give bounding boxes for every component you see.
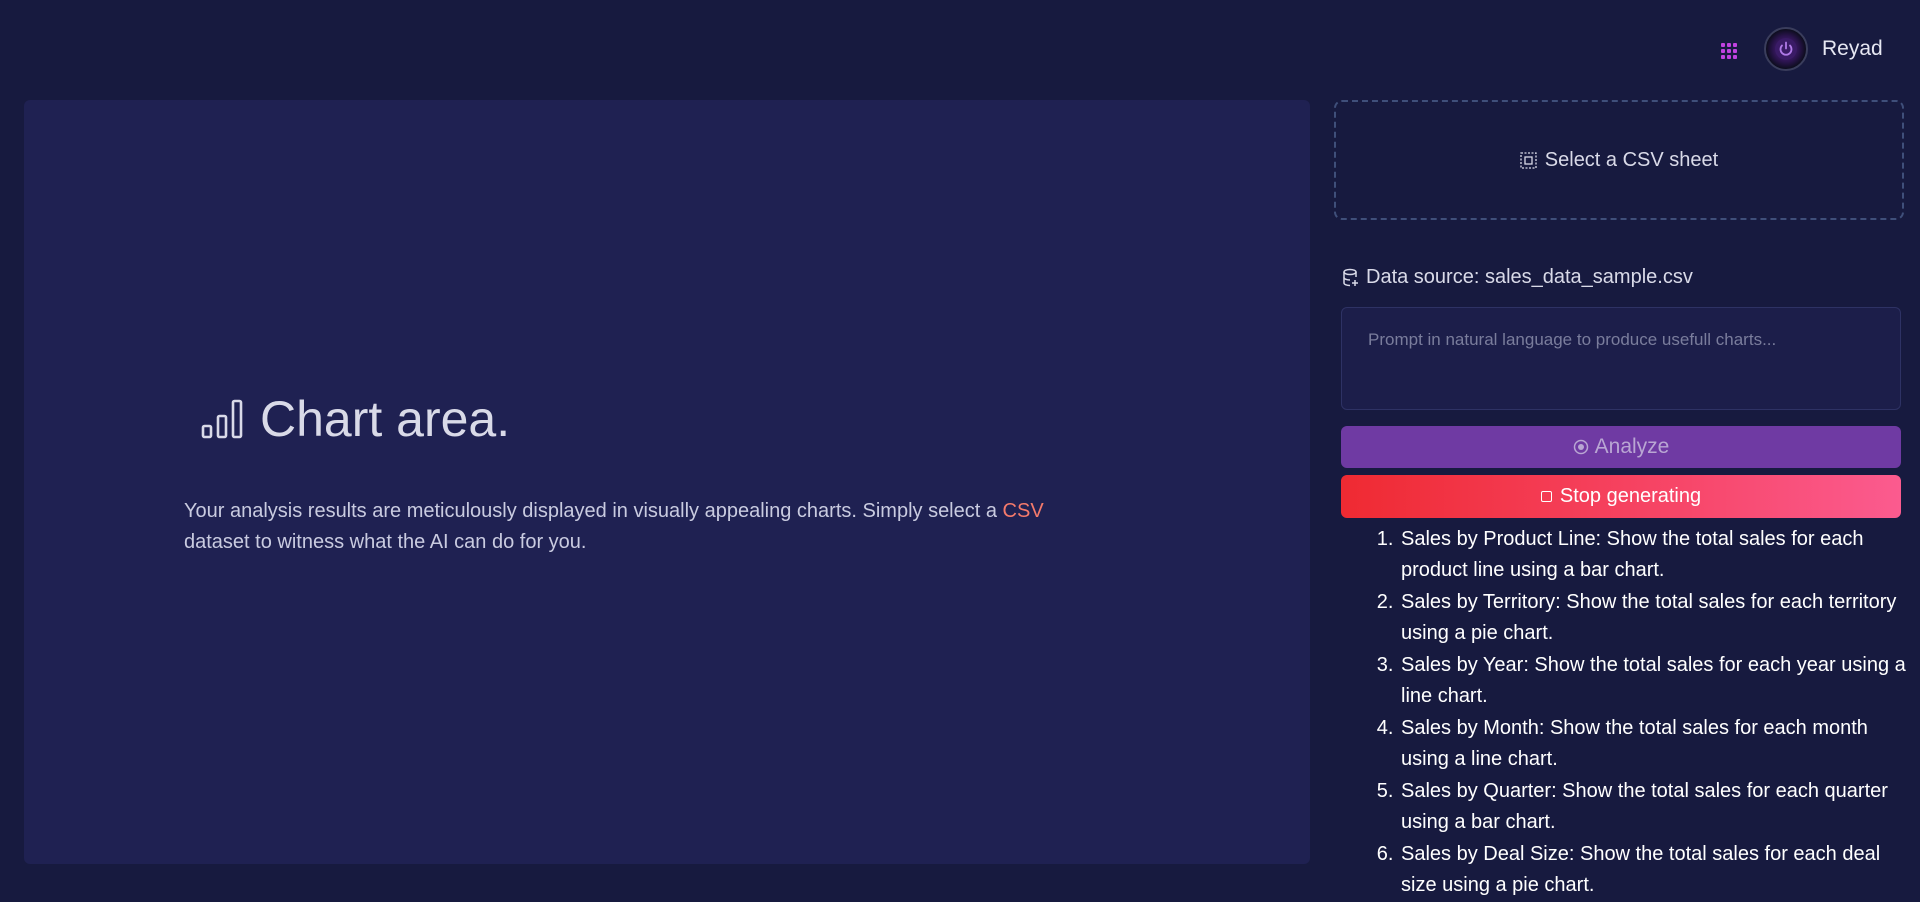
csv-link[interactable]: CSV <box>1003 500 1044 522</box>
username[interactable]: Reyad <box>1822 37 1883 61</box>
stop-generating-button[interactable]: Stop generating <box>1341 475 1901 518</box>
list-item: Sales by Quarter: Show the total sales f… <box>1399 776 1906 838</box>
database-icon <box>1342 268 1360 288</box>
stop-label: Stop generating <box>1559 485 1702 507</box>
signal-bars-icon <box>200 396 246 442</box>
list-item: Sales by Product Line: Show the total sa… <box>1399 524 1906 586</box>
list-item: Sales by Deal Size: Show the total sales… <box>1399 839 1906 901</box>
upload-label: Select a CSV sheet <box>1544 148 1719 171</box>
list-item: Sales by Month: Show the total sales for… <box>1399 713 1906 775</box>
top-bar: Reyad <box>0 0 1920 100</box>
prompt-input[interactable] <box>1341 307 1901 410</box>
chart-area-heading: Chart area. <box>200 394 510 444</box>
data-source-text: Data source: sales_data_sample.csv <box>1366 266 1693 288</box>
stop-icon <box>1540 491 1552 502</box>
description-text-end: dataset to witness what the AI can do fo… <box>184 531 587 553</box>
description-text: Your analysis results are meticulously d… <box>184 500 1003 522</box>
data-source-label: Data source: sales_data_sample.csv <box>1342 266 1693 289</box>
grid-apps-icon[interactable] <box>1721 43 1737 59</box>
list-item: Sales by Territory: Show the total sales… <box>1399 587 1906 649</box>
chart-area-title: Chart area. <box>260 391 511 447</box>
csv-upload-dropzone[interactable]: Select a CSV sheet <box>1334 100 1904 220</box>
analyze-button[interactable]: Analyze <box>1341 426 1901 468</box>
chart-area-description: Your analysis results are meticulously d… <box>184 496 1104 558</box>
avatar[interactable] <box>1764 27 1808 71</box>
select-file-icon <box>1520 151 1537 169</box>
chart-area-panel: Chart area. Your analysis results are me… <box>24 100 1310 864</box>
list-item: Sales by Year: Show the total sales for … <box>1399 650 1906 712</box>
analyze-label: Analyze <box>1594 435 1670 458</box>
chart-suggestions-list: Sales by Product Line: Show the total sa… <box>1334 524 1906 902</box>
power-icon <box>1775 38 1797 60</box>
loading-spinner-icon <box>1573 439 1589 455</box>
